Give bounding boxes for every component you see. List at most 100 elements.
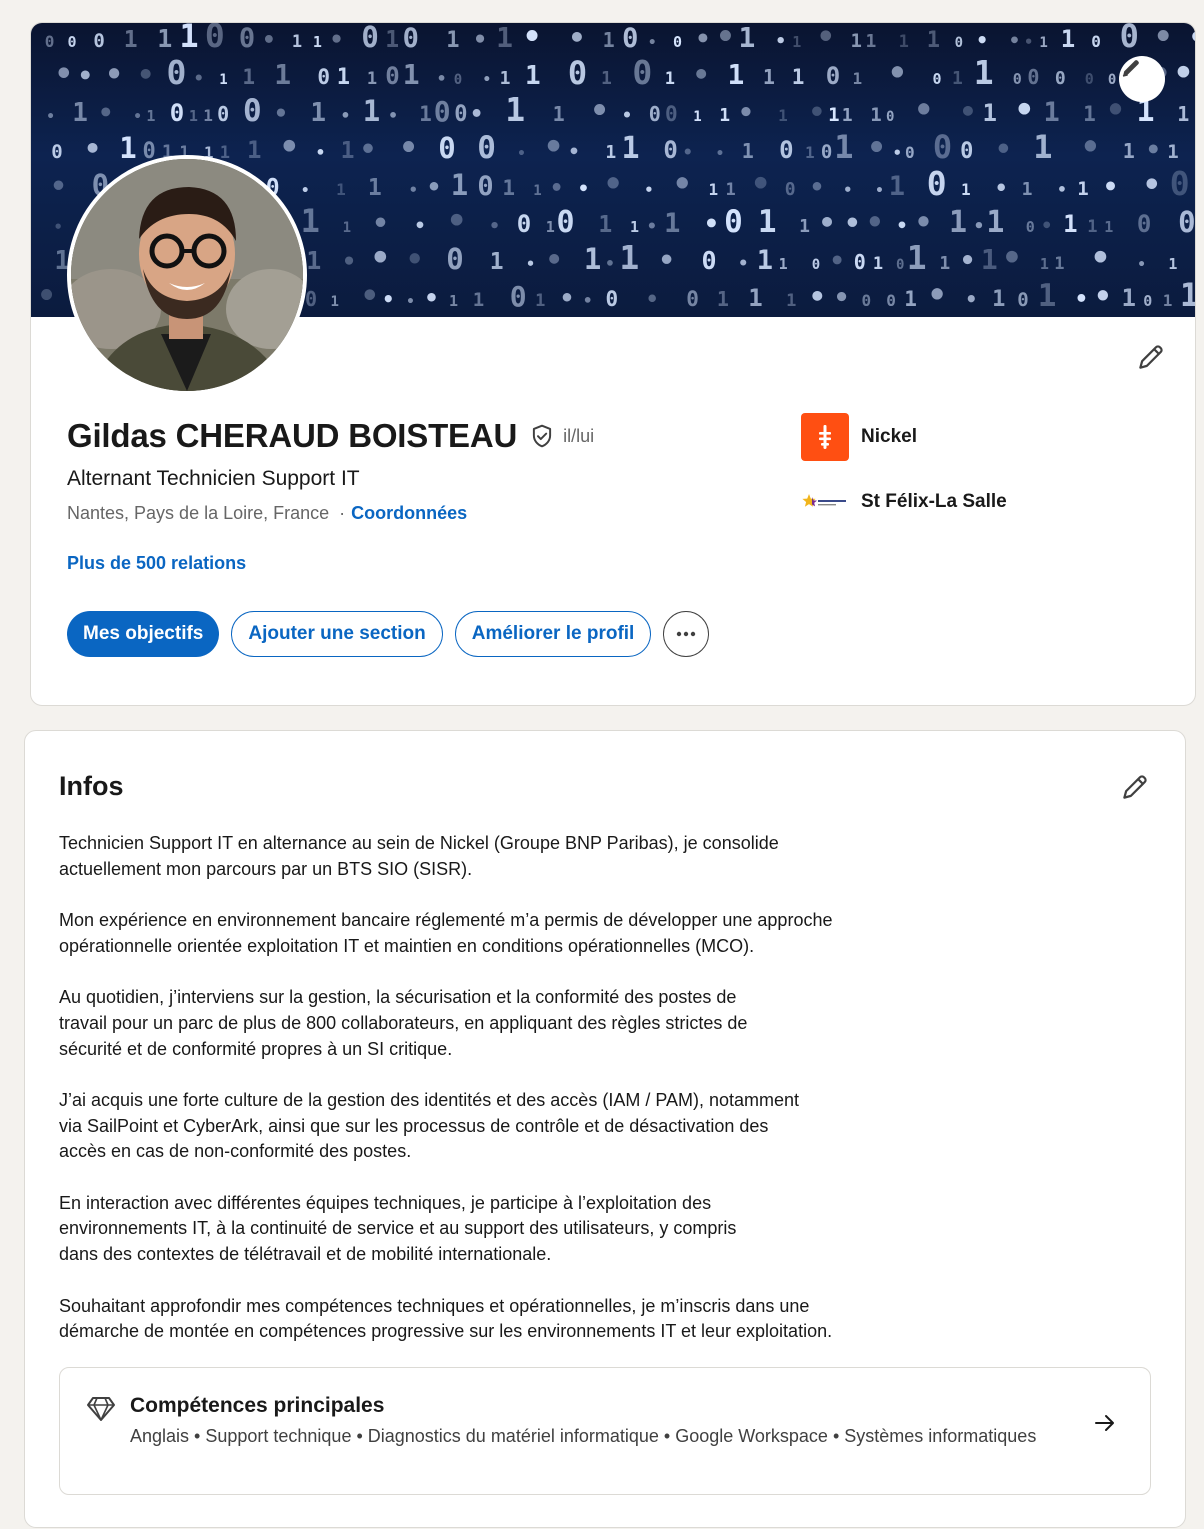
pencil-icon (1122, 60, 1139, 77)
svg-text:•: • (1091, 238, 1111, 277)
svg-text:0: 0 (649, 102, 661, 126)
svg-text:•: • (1057, 180, 1067, 199)
svg-text:1: 1 (546, 218, 555, 236)
svg-text:0: 0 (1026, 218, 1035, 236)
more-horizontal-icon (677, 631, 696, 637)
svg-text:•: • (1146, 135, 1161, 164)
edit-about-button[interactable] (1115, 767, 1155, 807)
svg-text:•: • (473, 27, 487, 53)
svg-text:•: • (78, 61, 93, 90)
svg-text:•: • (693, 58, 710, 91)
svg-text:•: • (647, 217, 657, 237)
svg-text:1: 1 (310, 98, 326, 128)
svg-text:•: • (262, 28, 275, 53)
svg-text:•: • (560, 284, 574, 312)
svg-text:0: 0 (826, 62, 840, 90)
svg-text:1: 1 (961, 180, 971, 199)
add-section-button[interactable]: Ajouter une section (231, 611, 443, 657)
svg-text:•: • (50, 171, 66, 202)
svg-text:0: 0 (1085, 70, 1094, 88)
svg-text:0: 0 (665, 102, 678, 126)
organizations-list: Nickel St Félix-La Salle (801, 413, 1007, 543)
svg-text:1: 1 (1077, 178, 1088, 200)
svg-text:0: 0 (960, 139, 973, 164)
svg-text:1: 1 (981, 243, 998, 276)
svg-text:1: 1 (728, 58, 745, 91)
svg-text:•: • (830, 246, 845, 275)
svg-text:1: 1 (533, 183, 541, 199)
svg-text:1: 1 (505, 90, 525, 129)
location-row: Nantes, Pays de la Loire, France · Coord… (67, 503, 467, 524)
svg-text:•: • (55, 57, 73, 92)
profile-intro-card: 0 0 0 1 1 1 0 0 • 1 1 • 0 1 0 1 • 1 • • 1 0 • 0 • • 1 • 1 • 1 1 1 1 0 • • • 1 1… (30, 22, 1196, 706)
more-actions-button[interactable] (663, 611, 710, 657)
edit-banner-button[interactable] (1119, 56, 1165, 102)
svg-text:1: 1 (203, 106, 213, 125)
svg-text:1: 1 (242, 65, 255, 89)
svg-text:•: • (279, 127, 299, 166)
svg-text:•: • (915, 205, 932, 239)
svg-text:1: 1 (292, 32, 302, 52)
org-item-st-felix-la-salle[interactable]: St Félix-La Salle (801, 478, 1007, 526)
svg-text:1: 1 (1061, 25, 1075, 53)
svg-text:•: • (409, 181, 418, 199)
edit-intro-button[interactable] (1131, 337, 1171, 377)
my-goals-button[interactable]: Mes objectifs (67, 611, 220, 657)
svg-text:1: 1 (146, 107, 155, 125)
svg-text:•: • (875, 183, 883, 199)
svg-text:1: 1 (1038, 278, 1057, 314)
svg-text:1: 1 (343, 220, 351, 236)
svg-text:•: • (483, 72, 491, 88)
svg-text:0: 0 (517, 210, 531, 238)
svg-text:1: 1 (584, 242, 601, 276)
svg-text:•: • (437, 69, 447, 88)
svg-text:•: • (194, 69, 204, 89)
svg-text:0: 0 (905, 143, 915, 162)
svg-text:0: 0 (385, 62, 399, 90)
svg-text:•: • (84, 132, 101, 165)
connections-link[interactable]: Plus de 500 relations (67, 553, 246, 574)
svg-text:1: 1 (719, 105, 730, 126)
svg-text:1: 1 (665, 69, 675, 89)
about-paragraph: Technicien Support IT en alternance au s… (59, 833, 779, 879)
profile-location: Nantes, Pays de la Loire, France (67, 503, 330, 523)
svg-text:0: 0 (663, 136, 677, 164)
svg-text:0: 0 (632, 53, 652, 92)
improve-profile-button[interactable]: Améliorer le profil (454, 611, 652, 657)
svg-text:1: 1 (792, 33, 801, 51)
svg-text:•: • (646, 287, 659, 311)
svg-text:•: • (775, 31, 786, 52)
svg-text:•: • (550, 176, 563, 201)
svg-text:1: 1 (842, 105, 853, 126)
svg-text:•: • (1154, 23, 1173, 55)
svg-text:1: 1 (748, 284, 762, 312)
svg-text:1: 1 (124, 27, 138, 53)
svg-text:•: • (928, 276, 947, 314)
svg-text:0: 0 (1137, 210, 1151, 238)
svg-text:•: • (1174, 53, 1194, 92)
svg-text:1: 1 (1168, 255, 1177, 273)
svg-text:•: • (644, 181, 653, 199)
svg-text:•: • (489, 216, 500, 237)
svg-text:0: 0 (93, 30, 104, 52)
top-skills-box[interactable]: Compétences principales Anglais • Suppor… (59, 1367, 1151, 1495)
svg-text:•: • (388, 106, 398, 125)
svg-text:1: 1 (247, 136, 261, 164)
svg-text:0: 0 (446, 242, 463, 276)
svg-text:•: • (683, 143, 693, 163)
svg-text:0: 0 (403, 23, 419, 54)
svg-text:1: 1 (189, 107, 198, 125)
org-item-nickel[interactable]: Nickel (801, 413, 1007, 461)
profile-photo[interactable] (67, 155, 307, 395)
svg-text:1: 1 (368, 175, 382, 201)
svg-text:1: 1 (763, 65, 775, 89)
svg-text:0: 0 (686, 287, 699, 311)
svg-text:1: 1 (952, 68, 963, 89)
contact-info-link[interactable]: Coordonnées (351, 503, 467, 524)
svg-text:0: 0 (955, 35, 963, 51)
svg-text:1: 1 (622, 131, 640, 166)
svg-text:•: • (817, 23, 835, 55)
svg-text:0: 0 (1143, 292, 1152, 310)
verified-shield-icon[interactable] (529, 423, 555, 449)
arrow-right-icon[interactable] (1094, 1414, 1116, 1437)
